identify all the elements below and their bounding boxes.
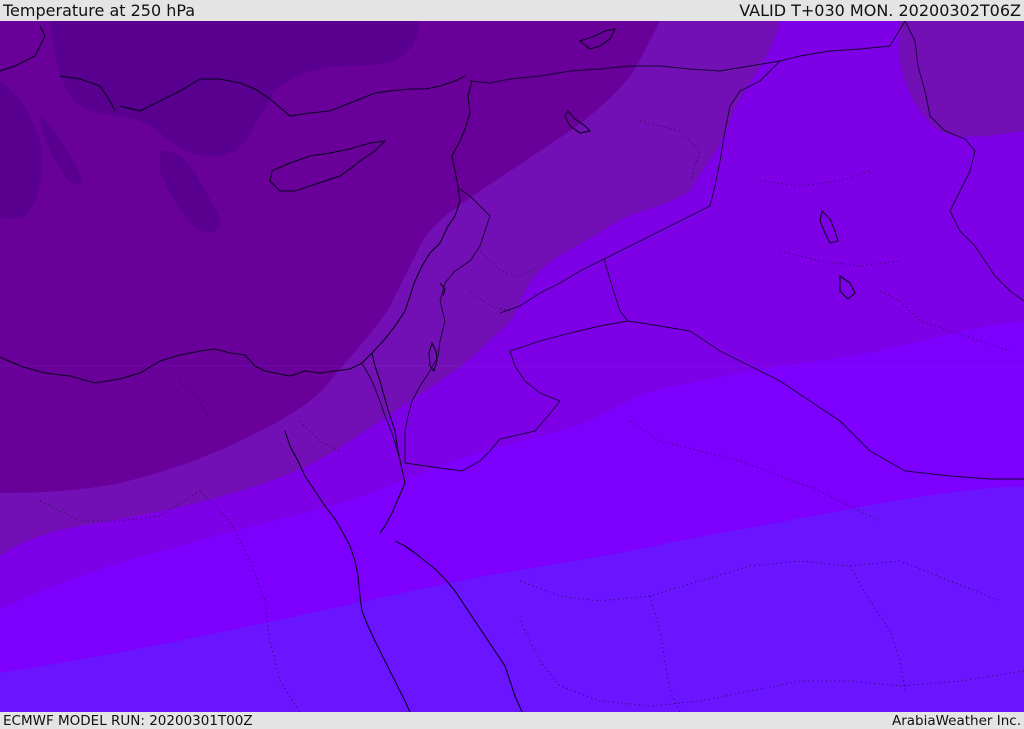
map-footer: ECMWF MODEL RUN: 20200301T00Z ArabiaWeat…	[0, 712, 1024, 729]
valid-time: VALID T+030 MON. 20200302T06Z	[739, 1, 1021, 20]
temperature-map[interactable]	[0, 21, 1024, 712]
model-run: ECMWF MODEL RUN: 20200301T00Z	[3, 712, 253, 729]
map-title: Temperature at 250 hPa	[3, 1, 196, 20]
map-canvas	[0, 21, 1024, 712]
map-header: Temperature at 250 hPa VALID T+030 MON. …	[0, 0, 1024, 21]
credit: ArabiaWeather Inc.	[891, 712, 1021, 729]
